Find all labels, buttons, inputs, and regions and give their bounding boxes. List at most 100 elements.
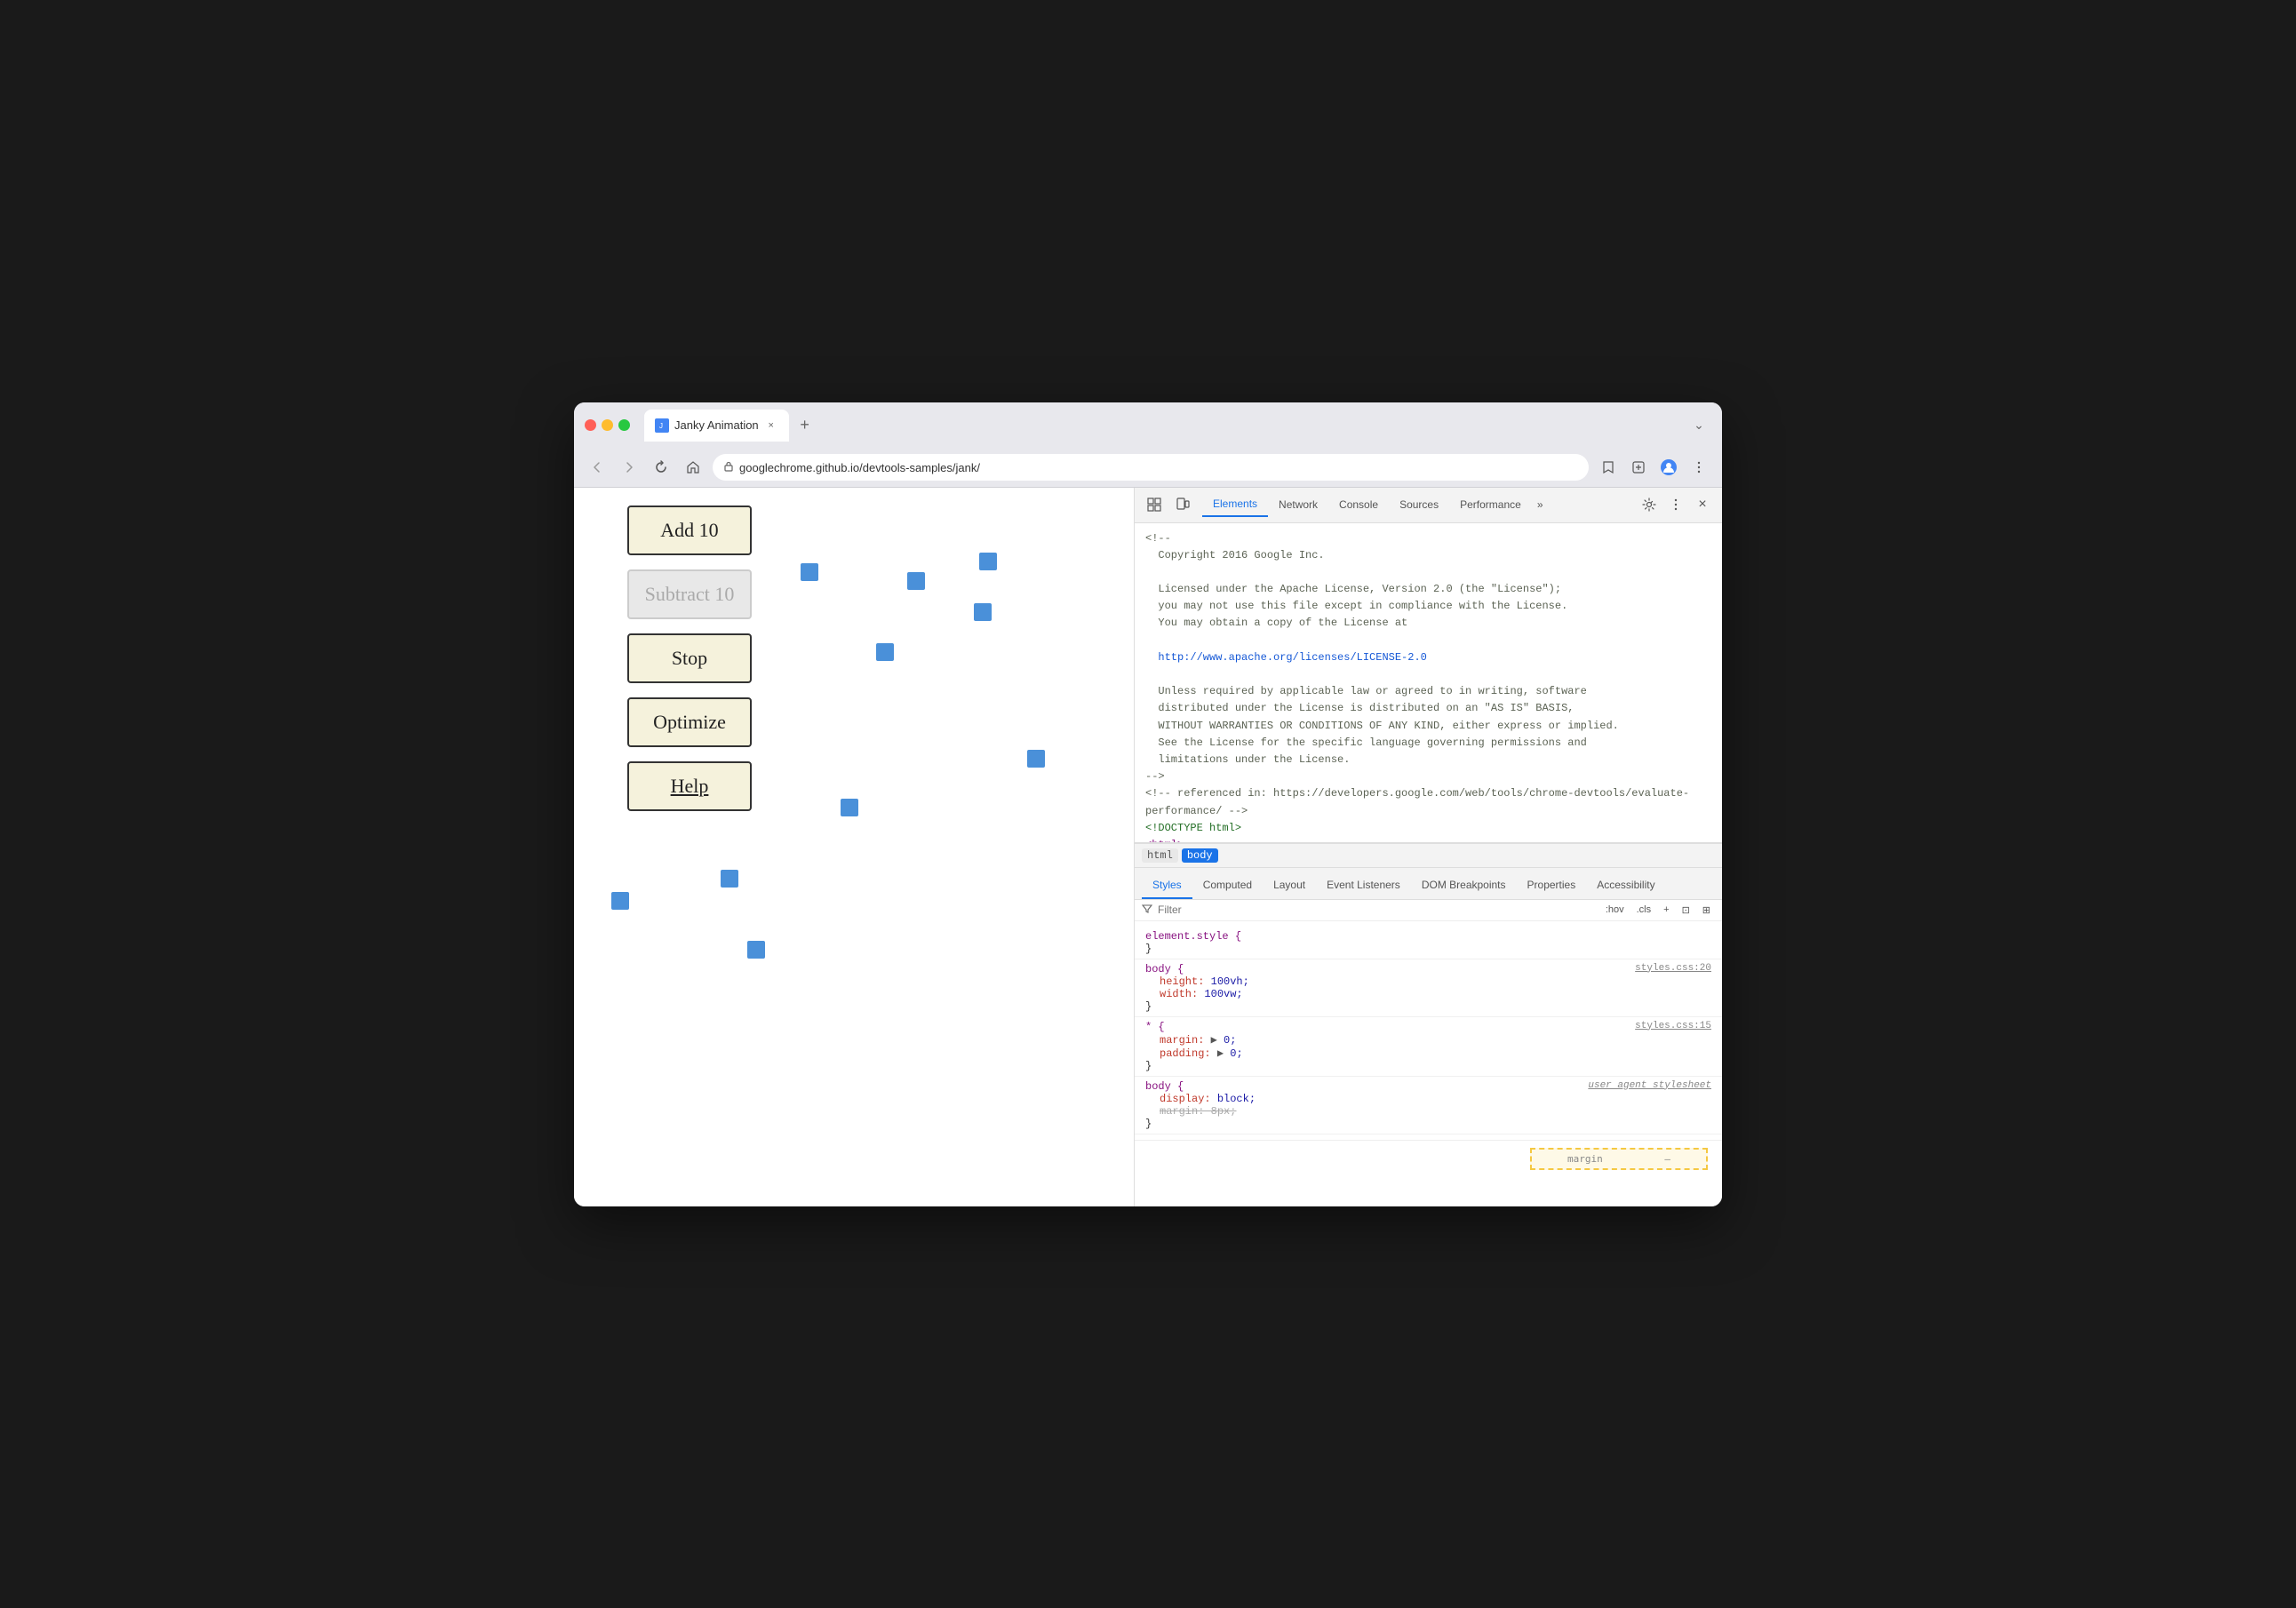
tab-sources[interactable]: Sources xyxy=(1389,492,1449,517)
tab-computed[interactable]: Computed xyxy=(1192,872,1263,899)
tab-favicon: J xyxy=(655,418,669,433)
tab-network[interactable]: Network xyxy=(1268,492,1328,517)
svg-text:J: J xyxy=(659,422,663,430)
code-line: <html> xyxy=(1135,837,1722,843)
filter-input[interactable] xyxy=(1158,904,1596,916)
traffic-lights xyxy=(585,419,630,431)
code-line: Copyright 2016 Google Inc. xyxy=(1135,547,1722,564)
tab-properties[interactable]: Properties xyxy=(1517,872,1587,899)
address-text: googlechrome.github.io/devtools-samples/… xyxy=(739,461,1578,474)
style-source-link[interactable]: styles.css:20 xyxy=(1635,963,1711,974)
hov-button[interactable]: :hov xyxy=(1601,904,1629,917)
anim-square-1 xyxy=(801,563,818,581)
window-expand-icon[interactable]: ⌄ xyxy=(1686,413,1711,438)
tab-close-icon[interactable]: × xyxy=(764,418,778,433)
style-rule-ua: user agent stylesheet body { display: bl… xyxy=(1135,1077,1722,1134)
tab-bar: J Janky Animation × + xyxy=(644,410,1679,442)
style-actions: :hov .cls + ⊡ ⊞ xyxy=(1601,904,1715,917)
device-toolbar-icon[interactable] xyxy=(1170,492,1195,517)
subtract10-button[interactable]: Subtract 10 xyxy=(627,569,752,619)
tab-elements[interactable]: Elements xyxy=(1202,492,1268,517)
style-property: display: block; xyxy=(1145,1093,1711,1105)
style-property: height: 100vh; xyxy=(1145,975,1711,988)
code-line xyxy=(1135,633,1722,649)
code-line: http://www.apache.org/licenses/LICENSE-2… xyxy=(1135,649,1722,666)
code-area[interactable]: <!-- Copyright 2016 Google Inc. Licensed… xyxy=(1135,523,1722,843)
anim-square-8 xyxy=(611,892,629,910)
optimize-button[interactable]: Optimize xyxy=(627,697,752,747)
style-value: 100vh; xyxy=(1211,975,1249,988)
grid-view-button[interactable]: ⊞ xyxy=(1698,904,1715,917)
more-tabs-button[interactable]: » xyxy=(1532,495,1549,514)
new-tab-button[interactable]: + xyxy=(793,413,817,438)
active-tab[interactable]: J Janky Animation × xyxy=(644,410,789,442)
cls-button[interactable]: .cls xyxy=(1632,904,1656,917)
close-devtools-icon[interactable]: × xyxy=(1690,492,1715,517)
style-value: 100vw; xyxy=(1204,988,1242,1000)
lower-tabs: Styles Computed Layout Event Listeners D… xyxy=(1135,868,1722,900)
style-property: margin: ▶ 0; xyxy=(1145,1033,1711,1047)
tab-accessibility[interactable]: Accessibility xyxy=(1586,872,1665,899)
style-source-link[interactable]: styles.css:15 xyxy=(1635,1021,1711,1031)
help-button[interactable]: Help xyxy=(627,761,752,811)
window-controls: ⌄ xyxy=(1686,413,1711,438)
close-button[interactable] xyxy=(585,419,596,431)
breadcrumb-body[interactable]: body xyxy=(1182,848,1218,863)
main-content: Add 10 Subtract 10 Stop Optimize Help xyxy=(574,488,1722,1206)
style-selector: body { xyxy=(1145,963,1184,975)
tab-layout[interactable]: Layout xyxy=(1263,872,1316,899)
devtools-content: <!-- Copyright 2016 Google Inc. Licensed… xyxy=(1135,523,1722,1206)
tab-dom-breakpoints[interactable]: DOM Breakpoints xyxy=(1411,872,1517,899)
anim-square-7 xyxy=(721,870,738,888)
code-line: You may obtain a copy of the License at xyxy=(1135,615,1722,632)
add10-button[interactable]: Add 10 xyxy=(627,505,752,555)
code-line: See the License for the specific languag… xyxy=(1135,735,1722,752)
style-close-brace: } xyxy=(1145,1060,1152,1072)
forward-button[interactable] xyxy=(617,455,642,480)
styles-panel[interactable]: :hov .cls + ⊡ ⊞ element.style { } xyxy=(1135,900,1722,1206)
box-model-label: margin xyxy=(1567,1153,1603,1165)
reload-button[interactable] xyxy=(649,455,674,480)
anim-square-10 xyxy=(979,553,997,570)
box-model-area: margin — xyxy=(1135,1140,1722,1181)
anim-square-6 xyxy=(841,799,858,816)
code-line: <!-- xyxy=(1135,530,1722,547)
bookmark-button[interactable] xyxy=(1596,455,1621,480)
menu-button[interactable] xyxy=(1686,455,1711,480)
tab-console[interactable]: Console xyxy=(1328,492,1389,517)
expand-arrow[interactable]: ▶ xyxy=(1211,1034,1217,1047)
styles-content: element.style { } styles.css:20 body { h… xyxy=(1135,921,1722,1140)
expand-arrow[interactable]: ▶ xyxy=(1217,1047,1224,1060)
maximize-button[interactable] xyxy=(618,419,630,431)
back-button[interactable] xyxy=(585,455,610,480)
tab-title: Janky Animation xyxy=(674,418,759,432)
devtools-panel: Elements Network Console Sources Perform… xyxy=(1134,488,1722,1206)
code-line: performance/ --> xyxy=(1135,803,1722,820)
address-bar[interactable]: googlechrome.github.io/devtools-samples/… xyxy=(713,454,1589,481)
code-line: --> xyxy=(1135,768,1722,785)
add-style-button[interactable]: + xyxy=(1659,904,1673,917)
settings-icon[interactable] xyxy=(1637,492,1662,517)
code-line: you may not use this file except in comp… xyxy=(1135,598,1722,615)
code-line: Unless required by applicable law or agr… xyxy=(1135,683,1722,700)
anim-square-9 xyxy=(747,941,765,959)
tab-performance[interactable]: Performance xyxy=(1449,492,1532,517)
style-selector: body { xyxy=(1145,1080,1184,1093)
stop-button[interactable]: Stop xyxy=(627,633,752,683)
breadcrumb-html[interactable]: html xyxy=(1142,848,1178,863)
filter-bar: :hov .cls + ⊡ ⊞ xyxy=(1135,900,1722,921)
profile-button[interactable] xyxy=(1656,455,1681,480)
extensions-button[interactable] xyxy=(1626,455,1651,480)
code-line: <!-- referenced in: https://developers.g… xyxy=(1135,785,1722,802)
style-source-ua: user agent stylesheet xyxy=(1588,1080,1711,1091)
tab-styles[interactable]: Styles xyxy=(1142,872,1192,899)
inspect-element-icon[interactable] xyxy=(1142,492,1167,517)
tab-event-listeners[interactable]: Event Listeners xyxy=(1316,872,1411,899)
title-bar: J Janky Animation × + ⌄ xyxy=(574,402,1722,449)
code-line: distributed under the License is distrib… xyxy=(1135,700,1722,717)
style-property: width: 100vw; xyxy=(1145,988,1711,1000)
toggle-layout-button[interactable]: ⊡ xyxy=(1678,904,1694,917)
minimize-button[interactable] xyxy=(602,419,613,431)
home-button[interactable] xyxy=(681,455,706,480)
more-options-icon[interactable] xyxy=(1663,492,1688,517)
